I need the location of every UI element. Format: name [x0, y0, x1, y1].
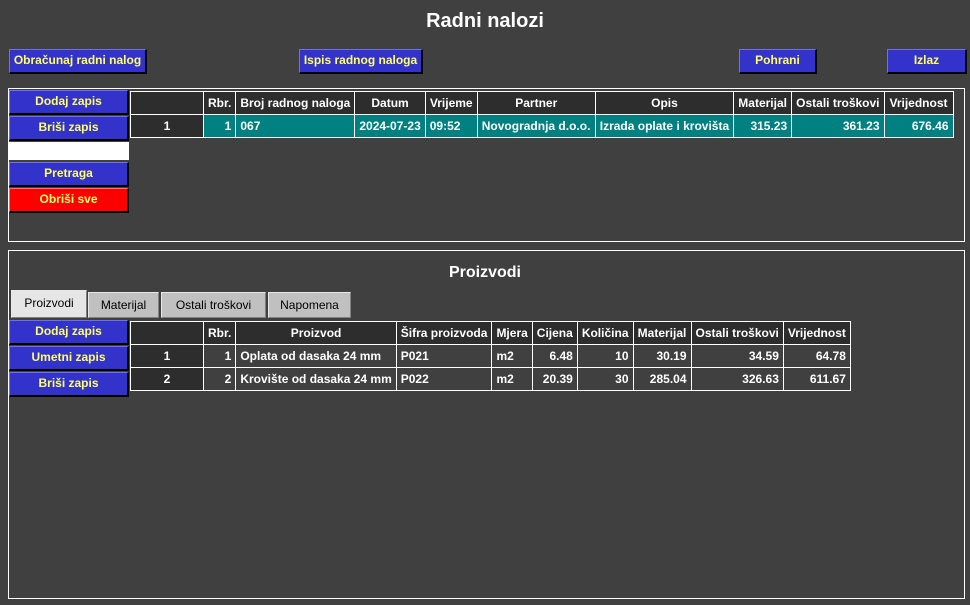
row-number[interactable]: 2	[130, 367, 204, 391]
calculate-order-button[interactable]: Obračunaj radni nalog	[9, 49, 147, 74]
column-header[interactable]	[130, 91, 204, 115]
column-header[interactable]: Rbr.	[202, 91, 237, 115]
products-table: Rbr. Proizvod Šifra proizvoda Mjera Cije…	[130, 321, 851, 391]
insert-product-button[interactable]: Umetni zapis	[9, 346, 129, 371]
cell-other-costs[interactable]: 326.63	[690, 367, 784, 391]
add-record-button[interactable]: Dodaj zapis	[9, 90, 129, 115]
column-header[interactable]: Partner	[476, 91, 596, 115]
cell-unit[interactable]: m2	[491, 367, 533, 391]
column-header[interactable]: Mjera	[491, 321, 533, 345]
delete-product-button[interactable]: Briši zapis	[9, 372, 129, 397]
cell-time[interactable]: 09:52	[424, 114, 478, 138]
cell-other-costs[interactable]: 361.23	[791, 114, 885, 138]
column-header[interactable]: Proizvod	[235, 321, 397, 345]
column-header[interactable]: Ostali troškovi	[690, 321, 784, 345]
cell-partner[interactable]: Novogradnja d.o.o.	[476, 114, 596, 138]
cell-price[interactable]: 20.39	[531, 367, 578, 391]
cell-product-code[interactable]: P022	[395, 367, 493, 391]
column-header[interactable]: Materijal	[632, 321, 692, 345]
cell-unit[interactable]: m2	[491, 344, 533, 368]
cell-material[interactable]: 30.19	[632, 344, 692, 368]
cell-quantity[interactable]: 10	[576, 344, 634, 368]
tab-other-costs[interactable]: Ostali troškovi	[161, 292, 266, 318]
tab-note[interactable]: Napomena	[268, 292, 351, 318]
cell-rbr[interactable]: 1	[202, 344, 237, 368]
column-header[interactable]: Ostali troškovi	[791, 91, 885, 115]
cell-material[interactable]: 285.04	[632, 367, 692, 391]
cell-value[interactable]: 64.78	[782, 344, 851, 368]
exit-button[interactable]: Izlaz	[887, 49, 967, 74]
page-title: Radni nalozi	[426, 10, 544, 32]
delete-record-button[interactable]: Briši zapis	[9, 116, 129, 141]
cell-other-costs[interactable]: 34.59	[690, 344, 784, 368]
cell-date[interactable]: 2024-07-23	[354, 114, 426, 138]
cell-product-code[interactable]: P021	[395, 344, 493, 368]
table-row[interactable]: 2 2 Krovište od dasaka 24 mm P022 m2 20.…	[130, 367, 851, 391]
cell-rbr[interactable]: 2	[202, 367, 237, 391]
column-header[interactable]	[130, 321, 204, 345]
search-input[interactable]	[9, 142, 129, 160]
column-header[interactable]: Cijena	[531, 321, 578, 345]
row-number[interactable]: 1	[130, 344, 204, 368]
tab-material[interactable]: Materijal	[88, 292, 159, 318]
cell-value[interactable]: 611.67	[782, 367, 851, 391]
table-row[interactable]: 1 1 Oplata od dasaka 24 mm P021 m2 6.48 …	[130, 344, 851, 368]
column-header[interactable]: Vrijednost	[883, 91, 954, 115]
column-header[interactable]: Vrijednost	[782, 321, 851, 345]
column-header[interactable]: Šifra proizvoda	[395, 321, 493, 345]
print-order-button[interactable]: Ispis radnog naloga	[299, 49, 423, 74]
cell-rbr[interactable]: 1	[202, 114, 237, 138]
cell-quantity[interactable]: 30	[576, 367, 634, 391]
column-header[interactable]: Opis	[594, 91, 735, 115]
column-header[interactable]: Datum	[354, 91, 426, 115]
products-title: Proizvodi	[448, 264, 521, 281]
cell-product[interactable]: Krovište od dasaka 24 mm	[235, 367, 397, 391]
cell-order-number[interactable]: 067	[235, 114, 356, 138]
clear-all-button[interactable]: Obriši sve	[9, 188, 129, 213]
column-header[interactable]: Količina	[576, 321, 634, 345]
save-button[interactable]: Pohrani	[739, 49, 817, 74]
search-button[interactable]: Pretraga	[9, 162, 129, 187]
table-row[interactable]: 1 1 067 2024-07-23 09:52 Novogradnja d.o…	[130, 114, 954, 138]
row-number[interactable]: 1	[130, 114, 204, 138]
cell-price[interactable]: 6.48	[531, 344, 578, 368]
orders-table: Rbr. Broj radnog naloga Datum Vrijeme Pa…	[130, 91, 954, 138]
cell-material[interactable]: 315.23	[733, 114, 793, 138]
cell-product[interactable]: Oplata od dasaka 24 mm	[235, 344, 397, 368]
add-product-button[interactable]: Dodaj zapis	[9, 320, 129, 345]
column-header[interactable]: Rbr.	[202, 321, 237, 345]
column-header[interactable]: Broj radnog naloga	[235, 91, 356, 115]
column-header[interactable]: Materijal	[733, 91, 793, 115]
column-header[interactable]: Vrijeme	[424, 91, 478, 115]
cell-description[interactable]: Izrada oplate i krovišta	[594, 114, 735, 138]
tab-products[interactable]: Proizvodi	[11, 290, 87, 318]
cell-value[interactable]: 676.46	[883, 114, 954, 138]
